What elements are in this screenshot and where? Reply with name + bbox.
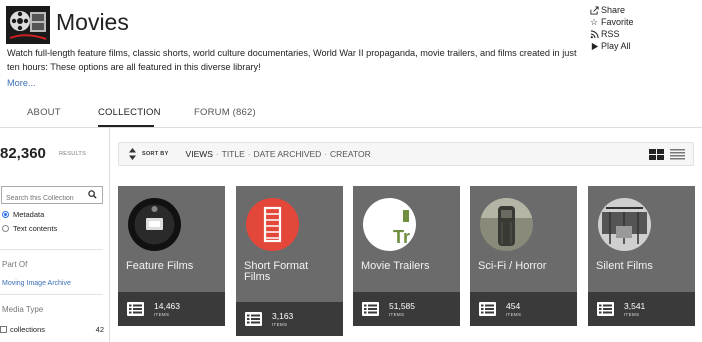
sort-option-date-archived[interactable]: DATE ARCHIVED xyxy=(253,149,321,159)
card-title: Silent Films xyxy=(596,260,653,272)
card-footer: 3,541 ITEMS xyxy=(588,292,695,326)
items-list-icon xyxy=(245,312,262,326)
card-items-label: ITEMS xyxy=(624,312,640,317)
card-item-count: 14,463 xyxy=(154,301,180,311)
search-option-metadata[interactable]: Metadata xyxy=(2,210,44,219)
feature-films-thumbnail xyxy=(128,198,181,251)
sort-separator: · xyxy=(324,149,327,159)
results-label: RESULTS xyxy=(59,151,87,157)
card-item-count: 454 xyxy=(506,301,521,311)
card-items-label: ITEMS xyxy=(154,312,170,317)
search-option-text[interactable]: Text contents xyxy=(2,224,57,233)
card-item-count: 51,585 xyxy=(389,301,415,311)
results-count: 82,360 xyxy=(0,145,46,162)
collection-description: Watch full-length feature films, classic… xyxy=(7,48,577,72)
movie-trailers-thumbnail: Tr xyxy=(363,198,416,251)
collection-search xyxy=(1,186,103,207)
collection-header: Movies Watch full-length feature films, … xyxy=(0,0,702,100)
svg-text:Tr: Tr xyxy=(393,227,410,247)
collections-count: 42 xyxy=(95,325,104,334)
facet-sidebar: 82,360 RESULTS Metadata Text contents Pa… xyxy=(0,128,110,342)
part-of-link[interactable]: Moving Image Archive xyxy=(2,280,71,287)
collections-label: collections xyxy=(10,325,46,334)
metadata-radio[interactable] xyxy=(2,211,9,218)
card-title: Sci-Fi / Horror xyxy=(478,260,547,272)
card-title: Short Format Films xyxy=(244,260,309,283)
card-footer: 14,463 ITEMS xyxy=(118,292,225,326)
part-of-heading: Part Of xyxy=(2,260,28,269)
sort-separator: · xyxy=(247,149,251,159)
sidebar-divider xyxy=(0,294,103,295)
tile-view-icon[interactable] xyxy=(649,149,664,160)
collection-card-silent-films[interactable]: Silent Films 3,541 ITEMS xyxy=(588,186,695,326)
view-toggles xyxy=(649,149,685,160)
rss-label: RSS xyxy=(601,29,620,39)
share-icon xyxy=(588,5,600,15)
short-format-films-thumbnail xyxy=(246,198,299,251)
card-footer: 3,163 ITEMS xyxy=(236,302,343,336)
rss-icon xyxy=(588,29,600,39)
card-items-label: ITEMS xyxy=(272,322,288,327)
sort-option-creator[interactable]: CREATOR xyxy=(330,149,371,159)
sort-arrows-icon[interactable] xyxy=(129,148,136,160)
sort-separator: · xyxy=(215,149,219,159)
collection-card-movie-trailers[interactable]: Tr Movie Trailers 51,585 ITEMS xyxy=(353,186,460,326)
play-all-label: Play All xyxy=(601,41,631,51)
share-label: Share xyxy=(601,5,626,15)
tab-collection[interactable]: COLLECTION xyxy=(98,107,161,118)
collections-checkbox[interactable] xyxy=(0,326,7,333)
items-list-icon xyxy=(127,302,144,316)
collection-card-sci-fi-horror[interactable]: Sci-Fi / Horror 454 ITEMS xyxy=(470,186,577,326)
media-type-heading: Media Type xyxy=(2,305,44,314)
sort-option-views[interactable]: VIEWS xyxy=(186,149,213,159)
share-button[interactable]: Share xyxy=(588,4,634,16)
card-items-label: ITEMS xyxy=(389,312,405,317)
card-item-count: 3,541 xyxy=(624,301,646,311)
sort-by-label: SORT BY xyxy=(142,151,169,157)
card-title: Movie Trailers xyxy=(361,260,430,272)
media-type-collections[interactable]: collections 42 xyxy=(0,325,104,334)
play-all-button[interactable]: Play All xyxy=(588,40,634,52)
card-title: Feature Films xyxy=(126,260,194,272)
tab-about[interactable]: ABOUT xyxy=(27,107,61,118)
more-link[interactable]: More... xyxy=(7,78,36,88)
star-icon: ☆ xyxy=(589,16,599,27)
card-footer: 51,585 ITEMS xyxy=(353,292,460,326)
items-list-icon xyxy=(597,302,614,316)
favorite-button[interactable]: ☆ Favorite xyxy=(588,16,634,28)
collection-logo xyxy=(6,6,50,44)
metadata-label: Metadata xyxy=(13,210,45,219)
tab-forum[interactable]: FORUM (862) xyxy=(194,107,256,118)
items-list-icon xyxy=(479,302,496,316)
sci-fi-horror-thumbnail xyxy=(480,198,533,251)
sidebar-divider xyxy=(0,249,103,250)
collection-card-feature-films[interactable]: Feature Films 14,463 ITEMS xyxy=(118,186,225,326)
rss-button[interactable]: RSS xyxy=(588,28,634,40)
collection-tabs: ABOUT COLLECTION FORUM (862) xyxy=(0,104,702,128)
active-tab-indicator xyxy=(98,125,154,127)
sort-bar: SORT BY VIEWS · TITLE · DATE ARCHIVED · … xyxy=(118,142,694,166)
items-list-icon xyxy=(362,302,379,316)
silent-films-thumbnail xyxy=(598,198,651,251)
collection-actions: Share ☆ Favorite RSS Play All xyxy=(588,4,634,52)
favorite-label: Favorite xyxy=(601,17,634,27)
card-item-count: 3,163 xyxy=(272,311,294,321)
text-contents-label: Text contents xyxy=(13,224,58,233)
play-icon xyxy=(588,42,600,51)
collection-card-short-format-films[interactable]: Short Format Films 3,163 ITEMS xyxy=(236,186,343,336)
text-contents-radio[interactable] xyxy=(2,225,9,232)
list-view-icon[interactable] xyxy=(670,149,685,160)
collection-search-input[interactable] xyxy=(2,190,86,207)
sort-option-title[interactable]: TITLE xyxy=(222,149,245,159)
card-items-label: ITEMS xyxy=(506,312,522,317)
page-title: Movies xyxy=(56,9,129,35)
card-footer: 454 ITEMS xyxy=(470,292,577,326)
search-icon[interactable] xyxy=(88,190,97,199)
